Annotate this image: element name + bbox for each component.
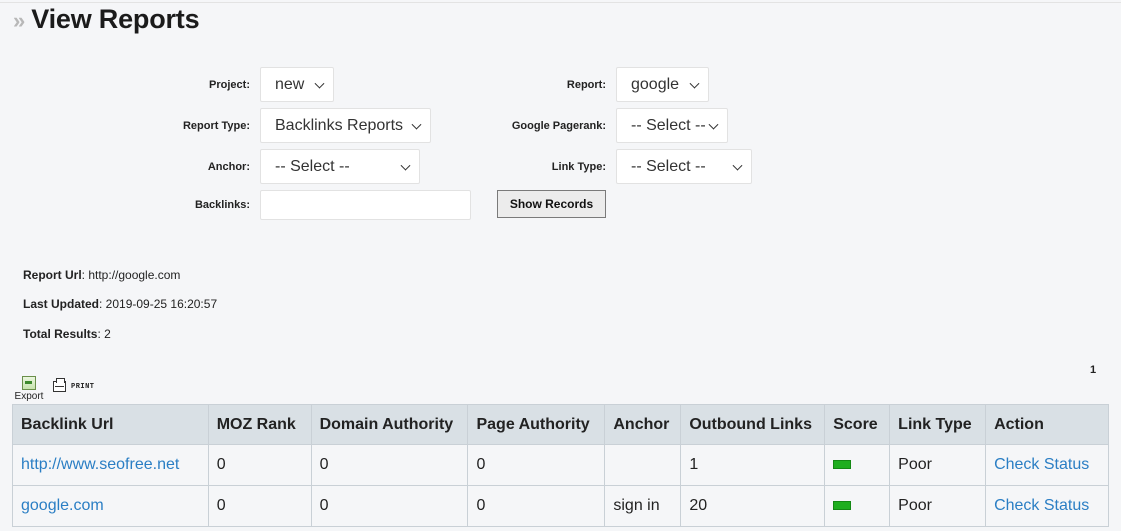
backlinks-table: Backlink Url MOZ Rank Domain Authority P… — [12, 404, 1109, 527]
export-icon — [22, 376, 36, 390]
col-domain-authority: Domain Authority — [310, 404, 469, 445]
last-updated-info: Last Updated: 2019-09-25 16:20:57 — [23, 297, 217, 311]
report-type-select-value: Backlinks Reports — [275, 116, 404, 134]
cell-moz-rank: 0 — [207, 444, 312, 486]
backlinks-input[interactable] — [260, 190, 471, 220]
google-pagerank-select-value: -- Select -- — [631, 116, 706, 134]
cell-link-type: Poor — [889, 444, 987, 486]
page-header: » View Reports — [13, 3, 200, 35]
cell-outbound-links: 20 — [680, 485, 826, 527]
cell-domain-authority: 0 — [310, 485, 469, 527]
cell-action: Check Status — [985, 444, 1109, 486]
link-type-select[interactable]: -- Select -- — [616, 149, 752, 184]
backlink-url-link[interactable]: google.com — [21, 497, 104, 514]
cell-domain-authority: 0 — [310, 444, 469, 486]
project-select-value: new — [275, 75, 305, 93]
backlinks-label: Backlinks: — [194, 199, 250, 211]
project-label: Project: — [209, 79, 250, 91]
project-select[interactable]: new — [260, 67, 334, 102]
cell-page-authority: 0 — [467, 485, 606, 527]
report-type-select[interactable]: Backlinks Reports — [260, 108, 431, 143]
score-bar-icon — [833, 501, 852, 511]
cell-url: http://www.seofree.net — [12, 444, 209, 486]
col-anchor: Anchor — [604, 404, 682, 445]
anchor-label: Anchor: — [207, 161, 250, 173]
last-updated-value: : 2019-09-25 16:20:57 — [99, 297, 218, 311]
report-url-label: Report Url — [23, 268, 82, 282]
report-url-value: : http://google.com — [81, 268, 181, 282]
google-pagerank-label: Google Pagerank: — [511, 120, 606, 132]
total-results-label: Total Results — [23, 327, 98, 341]
printer-icon — [53, 378, 66, 392]
report-select-value: google — [631, 75, 680, 93]
col-action: Action — [985, 404, 1109, 445]
cell-page-authority: 0 — [467, 444, 606, 486]
export-button[interactable]: Export — [13, 376, 45, 402]
col-backlink-url: Backlink Url — [12, 404, 209, 445]
col-page-authority: Page Authority — [467, 404, 606, 445]
chevron-down-icon — [732, 160, 743, 171]
score-bar-icon — [833, 460, 852, 470]
page-number[interactable]: 1 — [1090, 364, 1096, 376]
col-moz-rank: MOZ Rank — [207, 404, 312, 445]
table-row: google.com 0 0 0 sign in 20 Poor Check S… — [12, 485, 1109, 527]
chevron-down-icon — [689, 78, 700, 89]
last-updated-label: Last Updated — [23, 297, 100, 311]
cell-score — [824, 444, 891, 486]
google-pagerank-select[interactable]: -- Select -- — [616, 108, 728, 143]
link-type-select-value: -- Select -- — [631, 157, 706, 175]
report-type-label: Report Type: — [182, 120, 250, 132]
cell-anchor — [604, 444, 682, 486]
cell-url: google.com — [12, 485, 209, 527]
anchor-select[interactable]: -- Select -- — [260, 149, 420, 184]
chevron-down-icon — [411, 119, 422, 130]
chevron-down-icon — [314, 78, 325, 89]
chevron-down-icon — [708, 119, 719, 130]
print-button[interactable]: PRINT — [53, 378, 95, 392]
cell-link-type: Poor — [889, 485, 987, 527]
print-label: PRINT — [71, 382, 95, 391]
report-select[interactable]: google — [616, 67, 709, 102]
report-label: Report: — [566, 79, 606, 91]
link-type-label: Link Type: — [551, 161, 606, 173]
double-chevron-right-icon: » — [13, 8, 25, 33]
cell-anchor: sign in — [604, 485, 682, 527]
show-records-button[interactable]: Show Records — [497, 190, 606, 218]
table-row: http://www.seofree.net 0 0 0 1 Poor Chec… — [12, 444, 1109, 486]
report-url-info: Report Url: http://google.com — [23, 268, 180, 282]
total-results-info: Total Results: 2 — [23, 327, 111, 341]
page-title: View Reports — [31, 3, 200, 34]
table-header-row: Backlink Url MOZ Rank Domain Authority P… — [12, 404, 1109, 445]
cell-moz-rank: 0 — [207, 485, 312, 527]
col-link-type: Link Type — [889, 404, 987, 445]
cell-score — [824, 485, 891, 527]
export-label: Export — [14, 391, 44, 402]
cell-outbound-links: 1 — [680, 444, 826, 486]
check-status-link[interactable]: Check Status — [994, 456, 1089, 473]
col-score: Score — [824, 404, 891, 445]
chevron-down-icon — [400, 160, 411, 171]
cell-action: Check Status — [985, 485, 1109, 527]
backlink-url-link[interactable]: http://www.seofree.net — [21, 456, 179, 473]
col-outbound-links: Outbound Links — [680, 404, 826, 445]
anchor-select-value: -- Select -- — [275, 157, 350, 175]
total-results-value: : 2 — [97, 327, 111, 341]
check-status-link[interactable]: Check Status — [994, 497, 1089, 514]
